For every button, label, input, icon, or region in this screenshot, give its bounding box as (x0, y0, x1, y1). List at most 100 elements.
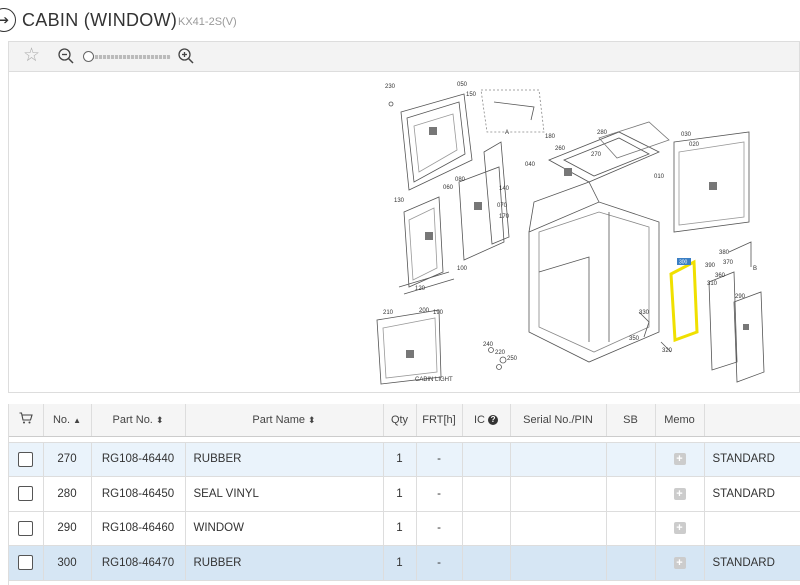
zoom-slider-thumb[interactable] (83, 51, 94, 62)
cell-qty: 1 (383, 545, 417, 581)
cell-part-name: RUBBER (185, 545, 384, 581)
diagram-label[interactable]: 330 (639, 310, 650, 316)
help-icon[interactable]: ? (488, 414, 499, 425)
cell-frt: - (416, 511, 463, 546)
diagram-label[interactable]: 210 (383, 310, 394, 316)
col-header-sb: SB (606, 404, 656, 437)
zoom-out-icon[interactable] (57, 47, 75, 65)
cell-no: 280 (43, 476, 92, 512)
table-row-selected[interactable]: 300 RG108-46470 RUBBER 1 - + STANDARD (9, 545, 800, 581)
table-header-row: No. ▲ Part No. ⬍ Part Name ⬍ Qty FRT[h] … (9, 404, 800, 437)
cart-icon[interactable] (9, 404, 44, 437)
diagram-label[interactable]: A (505, 130, 509, 136)
table-row[interactable]: 290 RG108-46460 WINDOW 1 - + (9, 511, 800, 546)
cell-no: 270 (43, 442, 92, 477)
memo-add-icon[interactable]: + (673, 453, 686, 466)
sort-icon: ⬍ (308, 414, 316, 425)
diagram-label[interactable]: 250 (507, 356, 518, 362)
diagram-label[interactable]: 140 (499, 186, 510, 192)
diagram-label[interactable]: 370 (723, 260, 734, 266)
model-label: KX41-2S(V) (178, 16, 237, 28)
cell-remark: STANDARD (704, 442, 800, 477)
memo-add-icon[interactable]: + (673, 556, 686, 569)
diagram-label[interactable]: CABIN LIGHT (415, 377, 453, 383)
cell-ic (462, 545, 511, 581)
diagram-label[interactable]: 190 (433, 310, 444, 316)
diagram-label[interactable]: 290 (735, 294, 746, 300)
diagram-label[interactable]: 050 (457, 82, 468, 88)
cell-part-no[interactable]: RG108-46440 (91, 442, 186, 477)
cell-sb (606, 442, 656, 477)
row-checkbox[interactable] (18, 486, 34, 502)
cell-ic (462, 442, 511, 477)
cell-part-no[interactable]: RG108-46460 (91, 511, 186, 546)
row-checkbox[interactable] (18, 555, 34, 571)
cell-remark: STANDARD (704, 545, 800, 581)
diagram-label[interactable]: 020 (689, 142, 700, 148)
cell-frt: - (416, 442, 463, 477)
diagram-label[interactable]: 150 (466, 92, 477, 98)
row-checkbox[interactable] (18, 520, 34, 536)
cell-part-no[interactable]: RG108-46450 (91, 476, 186, 512)
diagram-label[interactable]: 270 (591, 152, 602, 158)
callout-label: 300 (679, 260, 688, 266)
diagram-label[interactable]: 260 (555, 146, 566, 152)
diagram-label[interactable]: 320 (662, 348, 673, 354)
col-header-part-name[interactable]: Part Name ⬍ (185, 404, 384, 437)
col-header-serial: Serial No./PIN (510, 404, 607, 437)
diagram-label[interactable]: 040 (525, 162, 536, 168)
diagram-label[interactable]: 220 (495, 350, 506, 356)
col-header-memo: Memo (655, 404, 705, 437)
zoom-in-icon[interactable] (177, 47, 195, 65)
row-checkbox[interactable] (18, 451, 34, 467)
diagram-label[interactable]: 230 (385, 84, 396, 90)
col-header-qty: Qty (383, 404, 417, 437)
col-header-remark (704, 404, 800, 437)
diagram-label[interactable]: 180 (545, 134, 556, 140)
memo-add-icon[interactable]: + (673, 487, 686, 500)
star-icon[interactable]: ☆ (23, 46, 40, 66)
diagram-label[interactable]: 360 (715, 273, 726, 279)
diagram-label[interactable]: 170 (499, 214, 510, 220)
diagram-label[interactable]: 240 (483, 342, 494, 348)
col-label: No. (52, 413, 71, 426)
zoom-slider-track[interactable] (91, 55, 171, 59)
sort-asc-icon: ▲ (73, 415, 82, 425)
diagram-label[interactable]: 130 (394, 198, 405, 204)
cell-qty: 1 (383, 442, 417, 477)
cell-part-name: SEAL VINYL (185, 476, 384, 512)
diagram-label[interactable]: 060 (443, 185, 454, 191)
diagram-label[interactable]: 080 (455, 177, 466, 183)
diagram-label[interactable]: 380 (719, 250, 730, 256)
col-label: Part No. (112, 413, 153, 426)
cell-part-no[interactable]: RG108-46470 (91, 545, 186, 581)
diagram-label[interactable]: 100 (457, 266, 468, 272)
diagram-label[interactable]: 310 (707, 281, 718, 287)
cell-sb (606, 511, 656, 546)
highlighted-part-outline[interactable] (669, 259, 699, 343)
cell-remark: STANDARD (704, 476, 800, 512)
diagram-label[interactable]: 350 (629, 336, 640, 342)
memo-add-icon[interactable]: + (673, 522, 686, 535)
parts-table: No. ▲ Part No. ⬍ Part Name ⬍ Qty FRT[h] … (8, 404, 800, 585)
back-arrow-glyph: ➔ (0, 13, 10, 27)
col-header-no[interactable]: No. ▲ (43, 404, 92, 437)
cell-sb (606, 476, 656, 512)
diagram-label[interactable]: 390 (705, 263, 716, 269)
sort-icon: ⬍ (155, 414, 164, 425)
back-arrow-icon[interactable]: ➔ (0, 8, 16, 32)
col-label: IC (473, 413, 485, 426)
table-row[interactable]: 280 RG108-46450 SEAL VINYL 1 - + STANDAR… (9, 476, 800, 512)
exploded-view-drawing: 300 230 050 150 180 A 040 260 270 280 03… (376, 82, 765, 385)
diagram-label[interactable]: 120 (415, 286, 426, 292)
table-row[interactable]: 270 RG108-46440 RUBBER 1 - + STANDARD (9, 442, 800, 477)
diagram-label[interactable]: 010 (654, 174, 665, 180)
parts-diagram[interactable]: 300 230 050 150 180 A 040 260 270 280 03… (8, 72, 800, 393)
cell-no: 290 (43, 511, 92, 546)
diagram-label[interactable]: 070 (497, 203, 508, 209)
diagram-label[interactable]: B (753, 266, 757, 272)
col-header-part-no[interactable]: Part No. ⬍ (91, 404, 186, 437)
diagram-label[interactable]: 030 (681, 132, 692, 138)
diagram-label[interactable]: 200 (419, 308, 430, 314)
diagram-label[interactable]: 280 (597, 130, 608, 136)
